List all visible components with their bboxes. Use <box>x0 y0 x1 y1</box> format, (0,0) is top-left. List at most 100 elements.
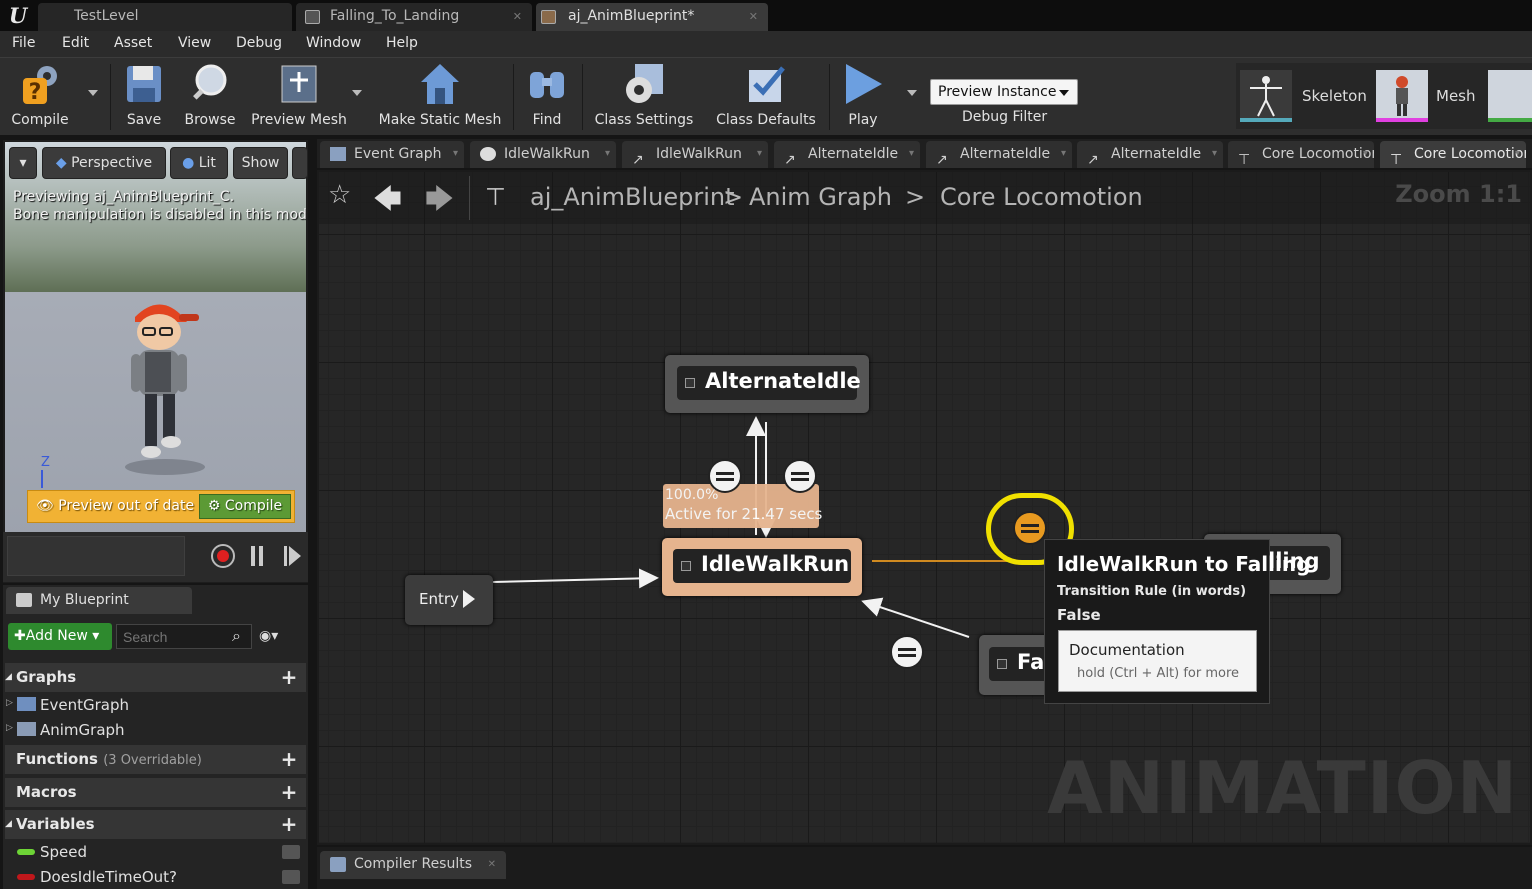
unreal-logo-icon[interactable]: U <box>4 3 32 29</box>
graphs-section-header[interactable]: ◢ Graphs + <box>5 663 306 692</box>
compile-options-chevron-icon[interactable] <box>88 90 98 96</box>
tab-alternateidle-1[interactable]: ↗ AlternateIdle ▾ <box>774 141 920 168</box>
browse-button[interactable]: Browse <box>180 62 240 134</box>
variable-does-idle-time-out[interactable]: DoesIdleTimeOut? <box>40 868 177 886</box>
visibility-toggle-icon[interactable] <box>282 870 300 884</box>
expand-triangle-icon[interactable]: ▷ <box>6 723 13 733</box>
transition-icon: ↗ <box>632 152 644 168</box>
compiler-icon <box>330 857 346 872</box>
state-title: IdleWalkRun <box>673 549 851 583</box>
variable-speed[interactable]: Speed <box>40 843 87 861</box>
entry-node[interactable]: Entry <box>405 575 493 625</box>
add-graph-plus-icon[interactable]: + <box>279 667 299 687</box>
skeleton-label[interactable]: Skeleton <box>1302 87 1367 105</box>
perspective-button[interactable]: ◆ Perspective <box>42 147 166 179</box>
transition-rule-icon-highlighted[interactable] <box>1013 511 1047 545</box>
my-blueprint-tab[interactable]: My Blueprint <box>6 587 192 614</box>
menu-help[interactable]: Help <box>386 35 418 51</box>
tab-event-graph[interactable]: Event Graph ▾ <box>320 141 464 168</box>
doc-tab-falling-to-landing[interactable]: Falling_To_Landing ✕ <box>296 3 532 31</box>
menu-window[interactable]: Window <box>306 35 361 51</box>
compile-question-icon: ? <box>19 62 61 106</box>
functions-overridable-note: (3 Overridable) <box>103 753 202 768</box>
compile-button[interactable]: ? Compile <box>6 62 74 134</box>
transition-rule-icon[interactable] <box>783 459 817 493</box>
step-forward-icon[interactable] <box>284 546 287 566</box>
close-icon[interactable]: ▾ <box>909 141 914 167</box>
close-icon[interactable]: ✕ <box>749 3 758 30</box>
graph-canvas[interactable]: ☆ 🡄 🡆 ⊤ aj_AnimBlueprint > Anim Graph > … <box>317 170 1532 845</box>
eye-visibility-icon[interactable]: ◉▾ <box>259 628 278 644</box>
house-icon <box>419 62 461 106</box>
character-preview <box>125 304 205 475</box>
viewport-more-button[interactable] <box>292 147 308 179</box>
doc-tab-testlevel[interactable]: TestLevel <box>38 3 292 31</box>
mesh-label[interactable]: Mesh <box>1436 87 1476 105</box>
tab-core-locomotion-1[interactable]: ⊤ Core Locomotion ▾ <box>1228 141 1374 168</box>
eye-icon: 👁 <box>36 498 59 514</box>
close-icon[interactable]: ▾ <box>1061 141 1066 167</box>
toolbar-separator <box>110 64 111 130</box>
add-new-button[interactable]: ✚Add New ▾ <box>8 623 112 650</box>
tab-idlewalkrun-2[interactable]: ↗ IdleWalkRun ▾ <box>622 141 768 168</box>
find-button[interactable]: Find <box>522 62 572 134</box>
transition-icon: ↗ <box>784 152 796 168</box>
visibility-toggle-icon[interactable] <box>282 845 300 859</box>
skeleton-thumbnail-icon[interactable] <box>1240 70 1292 122</box>
variables-section-header[interactable]: ◢ Variables + <box>5 810 306 839</box>
close-icon[interactable]: ▾ <box>453 141 458 167</box>
exec-pin-icon[interactable] <box>463 590 475 608</box>
animation-thumbnail-icon[interactable] <box>1488 70 1532 122</box>
preview-mesh-chevron-icon[interactable] <box>352 90 362 96</box>
state-idlewalkrun[interactable]: IdleWalkRun <box>662 538 862 596</box>
play-forward-icon[interactable] <box>289 546 301 566</box>
expand-triangle-icon[interactable]: ▷ <box>6 698 13 708</box>
mesh-thumbnail-icon[interactable] <box>1376 70 1428 122</box>
preview-viewport[interactable]: Previewing aj_AnimBlueprint_C. Bone mani… <box>3 140 308 583</box>
tab-core-locomotion-2[interactable]: ⊤ Core Locomotion ▾ <box>1380 141 1526 168</box>
doc-tab-anim-blueprint[interactable]: aj_AnimBlueprint* ✕ <box>536 3 768 31</box>
make-static-mesh-button[interactable]: Make Static Mesh <box>376 62 504 134</box>
close-icon[interactable]: ✕ <box>488 851 496 878</box>
menu-edit[interactable]: Edit <box>62 35 89 51</box>
timeline-scrubber[interactable] <box>7 536 185 576</box>
preview-mesh-button[interactable]: Preview Mesh <box>250 62 348 134</box>
macros-section-header[interactable]: Macros + <box>5 778 306 807</box>
menu-asset[interactable]: Asset <box>114 35 152 51</box>
add-macro-plus-icon[interactable]: + <box>279 782 299 802</box>
tab-alternateidle-2[interactable]: ↗ AlternateIdle ▾ <box>926 141 1072 168</box>
menu-view[interactable]: View <box>178 35 211 51</box>
save-button[interactable]: Save <box>118 62 170 134</box>
play-button[interactable]: Play <box>836 62 890 134</box>
close-icon[interactable]: ▾ <box>1212 141 1217 167</box>
pause-icon[interactable] <box>251 546 255 566</box>
tab-alternateidle-3[interactable]: ↗ AlternateIdle ▾ <box>1077 141 1223 168</box>
menu-file[interactable]: File <box>12 35 35 51</box>
tree-item-animgraph[interactable]: AnimGraph <box>40 721 125 739</box>
preview-instance-dropdown[interactable]: Preview Instance <box>930 79 1078 105</box>
transition-rule-icon[interactable] <box>708 459 742 493</box>
class-defaults-button[interactable]: Class Defaults <box>712 62 820 134</box>
compiler-results-tab[interactable]: Compiler Results ✕ <box>320 851 506 879</box>
viewport-options-button[interactable]: ▾ <box>9 147 37 179</box>
search-icon: ⌕ <box>232 626 241 645</box>
record-button[interactable] <box>211 544 235 568</box>
functions-section-header[interactable]: Functions (3 Overridable) + <box>5 745 306 774</box>
menu-debug[interactable]: Debug <box>236 35 282 51</box>
transition-rule-icon[interactable] <box>890 635 924 669</box>
close-icon[interactable]: ✕ <box>513 3 522 30</box>
add-function-plus-icon[interactable]: + <box>279 749 299 769</box>
tree-item-eventgraph[interactable]: EventGraph <box>40 696 129 714</box>
close-icon[interactable]: ▾ <box>1363 141 1368 167</box>
tab-idlewalkrun-1[interactable]: IdleWalkRun ▾ <box>470 141 616 168</box>
add-variable-plus-icon[interactable]: + <box>279 814 299 834</box>
viewport-compile-button[interactable]: ⚙ Compile <box>199 494 291 519</box>
close-icon[interactable]: ▾ <box>605 141 610 167</box>
show-button[interactable]: Show <box>233 147 288 179</box>
close-icon[interactable]: ▾ <box>1515 141 1520 167</box>
play-options-chevron-icon[interactable] <box>907 90 917 96</box>
close-icon[interactable]: ▾ <box>757 141 762 167</box>
lit-button[interactable]: ● Lit <box>170 147 228 179</box>
state-alternateidle[interactable]: AlternateIdle <box>665 355 869 413</box>
class-settings-button[interactable]: Class Settings <box>592 62 696 134</box>
